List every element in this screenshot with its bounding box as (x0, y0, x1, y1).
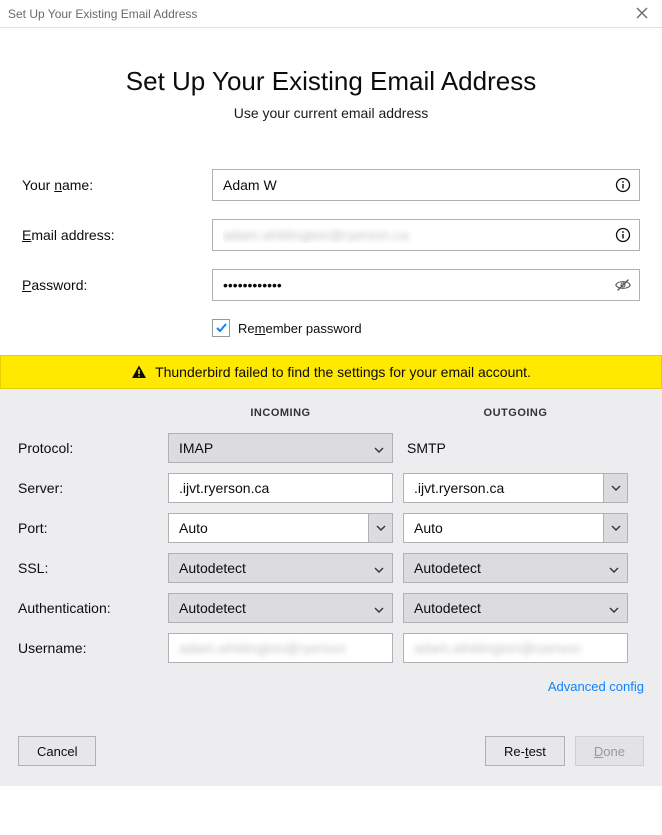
info-icon[interactable] (614, 226, 632, 244)
remember-password-label: Remember password (238, 321, 362, 336)
email-input[interactable] (212, 219, 640, 251)
incoming-header: INCOMING (168, 407, 393, 419)
name-label: Your name: (22, 177, 212, 193)
ssl-outgoing-select[interactable]: Autodetect (403, 553, 628, 583)
warning-text: Thunderbird failed to find the settings … (155, 364, 531, 380)
title-bar: Set Up Your Existing Email Address (0, 0, 662, 28)
close-icon[interactable] (630, 4, 654, 24)
port-outgoing-select[interactable]: Auto (403, 513, 628, 543)
password-input[interactable] (212, 269, 640, 301)
username-incoming-input[interactable]: adam.whittington@ryerson (168, 633, 393, 663)
window-title: Set Up Your Existing Email Address (8, 7, 197, 21)
cancel-button[interactable]: Cancel (18, 736, 96, 766)
checkmark-icon (215, 321, 228, 336)
username-label: Username: (18, 640, 168, 656)
protocol-label: Protocol: (18, 440, 168, 456)
auth-outgoing-select[interactable]: Autodetect (403, 593, 628, 623)
ssl-label: SSL: (18, 560, 168, 576)
email-label: Email address: (22, 227, 212, 243)
chevron-down-icon (609, 600, 619, 616)
chevron-down-icon (609, 560, 619, 576)
name-input[interactable] (212, 169, 640, 201)
protocol-incoming-select[interactable]: IMAP (168, 433, 393, 463)
warning-icon (131, 364, 147, 380)
advanced-config-link[interactable]: Advanced config (548, 679, 644, 694)
page-subtitle: Use your current email address (18, 105, 644, 121)
port-label: Port: (18, 520, 168, 536)
chevron-down-icon (603, 474, 627, 502)
chevron-down-icon (368, 514, 392, 542)
server-label: Server: (18, 480, 168, 496)
auth-label: Authentication: (18, 600, 168, 616)
info-icon[interactable] (614, 176, 632, 194)
protocol-outgoing-text: SMTP (403, 433, 628, 463)
page-title: Set Up Your Existing Email Address (18, 66, 644, 97)
server-outgoing-select[interactable]: .ijvt.ryerson.ca (403, 473, 628, 503)
done-button[interactable]: Done (575, 736, 644, 766)
server-incoming-input[interactable]: .ijvt.ryerson.ca (168, 473, 393, 503)
port-incoming-select[interactable]: Auto (168, 513, 393, 543)
eye-off-icon[interactable] (614, 276, 632, 294)
username-outgoing-input[interactable]: adam.whittington@ryerson (403, 633, 628, 663)
retest-button[interactable]: Re-test (485, 736, 565, 766)
ssl-incoming-select[interactable]: Autodetect (168, 553, 393, 583)
password-label: Password: (22, 277, 212, 293)
auth-incoming-select[interactable]: Autodetect (168, 593, 393, 623)
remember-password-checkbox[interactable] (212, 319, 230, 337)
chevron-down-icon (374, 600, 384, 616)
warning-banner: Thunderbird failed to find the settings … (0, 355, 662, 389)
outgoing-header: OUTGOING (403, 407, 628, 419)
chevron-down-icon (374, 440, 384, 456)
chevron-down-icon (374, 560, 384, 576)
chevron-down-icon (603, 514, 627, 542)
